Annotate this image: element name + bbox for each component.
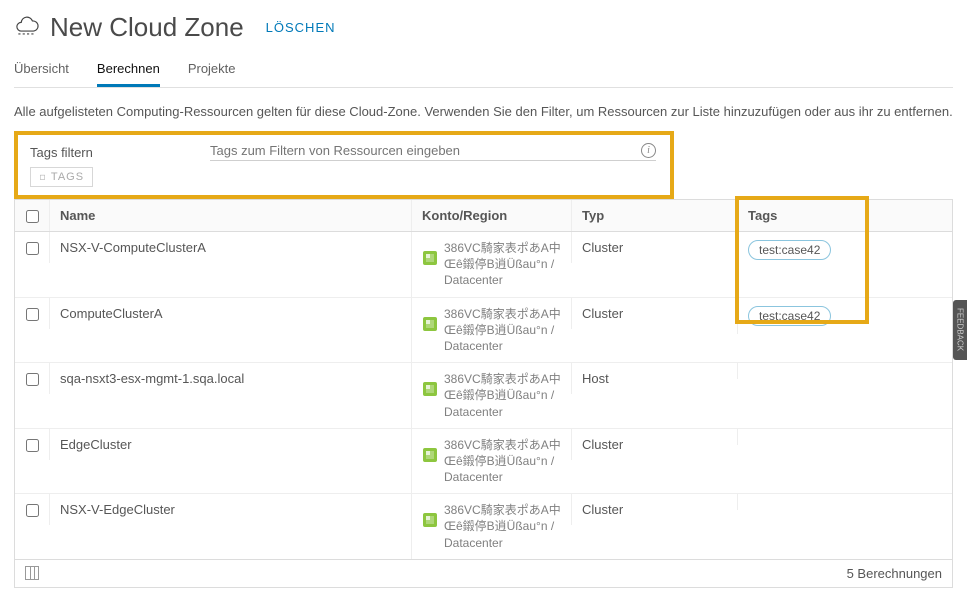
description-text: Alle aufgelisteten Computing-Ressourcen …	[14, 88, 953, 131]
cell-type: Cluster	[571, 429, 737, 460]
cell-tags	[737, 363, 952, 379]
vsphere-icon	[422, 250, 438, 266]
filter-panel: Tags filtern i TAGS	[14, 131, 674, 199]
vsphere-icon	[422, 381, 438, 397]
cell-name: NSX-V-EdgeCluster	[49, 494, 411, 525]
col-header-account[interactable]: Konto/Region	[411, 200, 571, 231]
page-title: New Cloud Zone	[50, 12, 244, 43]
cell-account: 386VC騎家表ポあA中Œê鎩停B逍Üßau°n / Datacenter	[411, 363, 571, 428]
table-row[interactable]: NSX-V-EdgeCluster386VC騎家表ポあA中Œê鎩停B逍Üßau°…	[15, 494, 952, 559]
select-all-checkbox[interactable]	[26, 210, 39, 223]
tab-compute[interactable]: Berechnen	[97, 55, 160, 87]
info-icon[interactable]: i	[641, 143, 656, 158]
tag-chip[interactable]: test:case42	[748, 240, 831, 260]
table-header: Name Konto/Region Typ Tags	[15, 199, 952, 232]
table-row[interactable]: NSX-V-ComputeClusterA386VC騎家表ポあA中Œê鎩停B逍Ü…	[15, 232, 952, 298]
row-checkbox[interactable]	[26, 308, 39, 321]
cell-tags: test:case42	[737, 232, 952, 268]
cell-type: Cluster	[571, 232, 737, 263]
tab-overview[interactable]: Übersicht	[14, 55, 69, 87]
vsphere-icon	[422, 447, 438, 463]
row-checkbox[interactable]	[26, 242, 39, 255]
compute-table: Name Konto/Region Typ Tags NSX-V-Compute…	[14, 199, 953, 588]
cell-name: NSX-V-ComputeClusterA	[49, 232, 411, 263]
cell-name: sqa-nsxt3-esx-mgmt-1.sqa.local	[49, 363, 411, 394]
cloud-zone-icon	[14, 13, 40, 42]
table-footer: 5 Berechnungen	[15, 559, 952, 587]
row-checkbox[interactable]	[26, 504, 39, 517]
table-row[interactable]: ComputeClusterA386VC騎家表ポあA中Œê鎩停B逍Üßau°n …	[15, 298, 952, 364]
col-header-type[interactable]: Typ	[571, 200, 737, 231]
cell-tags	[737, 429, 952, 445]
cell-account: 386VC騎家表ポあA中Œê鎩停B逍Üßau°n / Datacenter	[411, 494, 571, 559]
cell-account: 386VC騎家表ポあA中Œê鎩停B逍Üßau°n / Datacenter	[411, 429, 571, 494]
vsphere-icon	[422, 316, 438, 332]
cell-name: EdgeCluster	[49, 429, 411, 460]
cell-type: Cluster	[571, 494, 737, 525]
table-row[interactable]: sqa-nsxt3-esx-mgmt-1.sqa.local386VC騎家表ポあ…	[15, 363, 952, 429]
column-picker-icon[interactable]	[25, 566, 39, 580]
filter-label: Tags filtern	[30, 145, 210, 160]
tabs: Übersicht Berechnen Projekte	[14, 55, 953, 88]
vsphere-icon	[422, 512, 438, 528]
cell-account: 386VC騎家表ポあA中Œê鎩停B逍Üßau°n / Datacenter	[411, 298, 571, 363]
cell-type: Cluster	[571, 298, 737, 329]
tag-chip[interactable]: test:case42	[748, 306, 831, 326]
tags-button[interactable]: TAGS	[30, 167, 93, 187]
tab-projects[interactable]: Projekte	[188, 55, 236, 87]
row-count-label: 5 Berechnungen	[847, 566, 942, 581]
row-checkbox[interactable]	[26, 373, 39, 386]
col-header-name[interactable]: Name	[49, 200, 411, 231]
cell-account: 386VC騎家表ポあA中Œê鎩停B逍Üßau°n / Datacenter	[411, 232, 571, 297]
cell-type: Host	[571, 363, 737, 394]
col-header-tags[interactable]: Tags	[737, 200, 952, 231]
table-row[interactable]: EdgeCluster386VC騎家表ポあA中Œê鎩停B逍Üßau°n / Da…	[15, 429, 952, 495]
cell-tags	[737, 494, 952, 510]
cell-tags: test:case42	[737, 298, 952, 334]
cell-name: ComputeClusterA	[49, 298, 411, 329]
row-checkbox[interactable]	[26, 439, 39, 452]
filter-tags-input[interactable]	[210, 143, 641, 158]
delete-button[interactable]: LÖSCHEN	[266, 20, 336, 35]
feedback-tab[interactable]: FEEDBACK	[953, 300, 967, 360]
